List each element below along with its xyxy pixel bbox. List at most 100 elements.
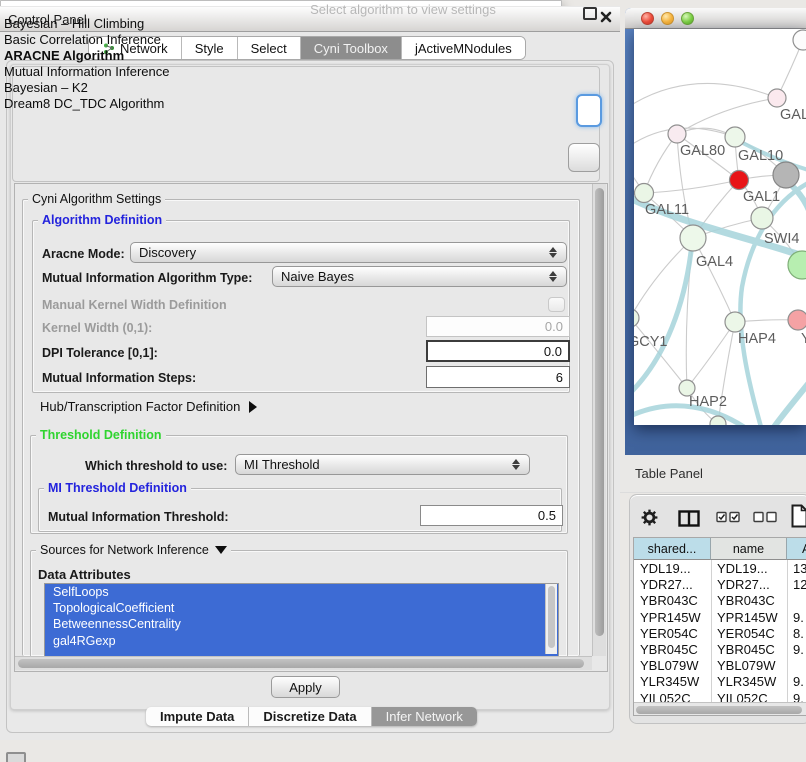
network-canvas[interactable]: GAL GAL80 GAL10 GAL1 GAL11 SWI4 GAL4 GCY… — [634, 29, 806, 425]
settings-vscrollbar[interactable] — [592, 184, 606, 656]
new-document-icon[interactable] — [791, 504, 806, 529]
column-divider — [711, 560, 712, 715]
node-gray[interactable] — [773, 162, 799, 188]
list-item[interactable]: gal4RGexp — [45, 633, 558, 649]
list-item[interactable]: BetweennessCentrality — [45, 616, 558, 632]
table-hscrollbar-thumb[interactable] — [636, 706, 802, 714]
column-header-name[interactable]: name — [711, 538, 787, 560]
table-cell[interactable]: 12 — [787, 577, 806, 593]
table-hscrollbar[interactable] — [634, 702, 806, 716]
table-cell[interactable]: YBR043C — [711, 593, 787, 609]
apply-button[interactable]: Apply — [271, 676, 340, 698]
node-pink-right[interactable] — [788, 310, 806, 330]
network-graph[interactable]: GAL GAL80 GAL10 GAL1 GAL11 SWI4 GAL4 GCY… — [634, 29, 806, 425]
node-labels: GAL GAL80 GAL10 GAL1 GAL11 SWI4 GAL4 GCY… — [634, 107, 806, 410]
which-threshold-label: Which threshold to use: — [85, 459, 227, 473]
mi-steps-field[interactable]: 6 — [426, 366, 570, 388]
table-cell[interactable]: YDR27... — [711, 577, 787, 593]
table-cell[interactable]: YDL19... — [634, 561, 711, 577]
sources-toggle[interactable]: Sources for Network Inference — [36, 543, 231, 557]
node-hap4[interactable] — [725, 312, 745, 332]
network-window-titlebar — [625, 8, 806, 29]
settings-vscrollbar-thumb[interactable] — [595, 188, 604, 636]
algorithm-option[interactable]: Basic Correlation Inference — [4, 32, 544, 48]
list-scrollbar[interactable] — [545, 584, 557, 654]
node-label: GAL10 — [738, 148, 783, 164]
node-gcy1[interactable] — [634, 309, 639, 327]
node-gal4[interactable] — [680, 225, 706, 251]
hub-definition-toggle[interactable]: Hub/Transcription Factor Definition — [40, 399, 257, 414]
node-swi4-pale[interactable] — [751, 207, 773, 229]
minimize-traffic-light-icon[interactable] — [661, 12, 674, 25]
algorithm-option[interactable]: Bayesian – Hill Climbing — [4, 16, 544, 32]
column-view-icon[interactable] — [678, 510, 700, 527]
close-traffic-light-icon[interactable] — [641, 12, 654, 25]
mutual-info-threshold-field[interactable]: 0.5 — [420, 505, 563, 526]
aracne-mode-combo[interactable]: Discovery — [130, 242, 567, 263]
list-item[interactable]: SelfLoops — [45, 584, 558, 600]
table-cell[interactable]: YBL079W — [711, 658, 787, 674]
table-cell[interactable] — [787, 658, 806, 674]
algorithm-option-selected[interactable]: ARACNE Algorithm — [4, 48, 544, 64]
column-header-third[interactable]: A — [787, 538, 806, 560]
column-header-shared-name[interactable]: shared... — [634, 538, 711, 560]
node-gal1-red[interactable] — [730, 171, 749, 190]
which-threshold-combo[interactable]: MI Threshold — [235, 454, 530, 475]
node-unlabeled[interactable] — [793, 30, 806, 50]
algorithm-option[interactable]: Bayesian – K2 — [4, 80, 544, 96]
tab-impute-data[interactable]: Impute Data — [146, 707, 249, 726]
algorithm-option[interactable]: Dream8 DC_TDC Algorithm — [4, 96, 544, 112]
settings-hscrollbar[interactable] — [15, 656, 592, 670]
minimized-panel-icon[interactable] — [6, 752, 26, 762]
zoom-traffic-light-icon[interactable] — [681, 12, 694, 25]
table-cell[interactable]: YBL079W — [634, 658, 711, 674]
checked-columns-icon[interactable] — [716, 511, 741, 523]
table-cell[interactable]: 9. — [787, 674, 806, 690]
table-cell[interactable]: YBR045C — [634, 642, 711, 658]
gear-icon[interactable] — [640, 508, 659, 527]
node-gal-top[interactable] — [768, 89, 786, 107]
node-gal80[interactable] — [668, 125, 686, 143]
table-cell[interactable]: YLR345W — [711, 674, 787, 690]
updown-arrows-icon — [512, 458, 521, 471]
tab-infer-network-label: Infer Network — [386, 709, 463, 724]
dpi-tolerance-label: DPI Tolerance [0,1]: — [42, 346, 158, 360]
aracne-mode-label: Aracne Mode: — [42, 247, 125, 261]
algorithm-combo-focused-edge[interactable] — [576, 94, 602, 127]
node-label: GAL4 — [696, 254, 733, 270]
list-item[interactable]: TopologicalCoefficient — [45, 600, 558, 616]
table-cell[interactable]: 13 — [787, 561, 806, 577]
data-attributes-list: SelfLoops TopologicalCoefficient Between… — [44, 583, 559, 657]
list-scrollbar-thumb[interactable] — [548, 586, 555, 648]
unchecked-columns-icon[interactable] — [753, 511, 778, 523]
dpi-tolerance-field[interactable]: 0.0 — [426, 340, 570, 362]
node-gal11[interactable] — [635, 184, 654, 203]
table-cell[interactable]: YPR145W — [634, 610, 711, 626]
kernel-width-field[interactable]: 0.0 — [426, 316, 570, 337]
network-combo-edge[interactable] — [568, 143, 600, 172]
tab-discretize-data-label: Discretize Data — [263, 709, 356, 724]
mi-type-combo[interactable]: Naive Bayes — [272, 266, 567, 287]
column-header-label: shared... — [648, 542, 697, 556]
settings-hscrollbar-thumb[interactable] — [18, 659, 584, 668]
tab-infer-network[interactable]: Infer Network — [372, 707, 477, 726]
table-cell[interactable]: YDL19... — [711, 561, 787, 577]
threshold-definition-title: Threshold Definition — [36, 428, 166, 442]
manual-kernel-checkbox[interactable] — [548, 297, 565, 312]
table-cell[interactable]: YER054C — [634, 626, 711, 642]
table-cell[interactable]: 9. — [787, 642, 806, 658]
table-cell[interactable]: YPR145W — [711, 610, 787, 626]
table-cell[interactable]: 9. — [787, 610, 806, 626]
tab-impute-data-label: Impute Data — [160, 709, 234, 724]
tab-discretize-data[interactable]: Discretize Data — [249, 707, 371, 726]
table-cell[interactable]: 8. — [787, 626, 806, 642]
table-cell[interactable] — [787, 593, 806, 609]
node-gal10[interactable] — [725, 127, 745, 147]
table-cell[interactable]: YBR043C — [634, 593, 711, 609]
table-cell[interactable]: YDR27... — [634, 577, 711, 593]
table-cell[interactable]: YLR345W — [634, 674, 711, 690]
cyni-settings-group-title: Cyni Algorithm Settings — [28, 192, 165, 206]
algorithm-option[interactable]: Mutual Information Inference — [4, 64, 544, 80]
table-cell[interactable]: YER054C — [711, 626, 787, 642]
table-cell[interactable]: YBR045C — [711, 642, 787, 658]
